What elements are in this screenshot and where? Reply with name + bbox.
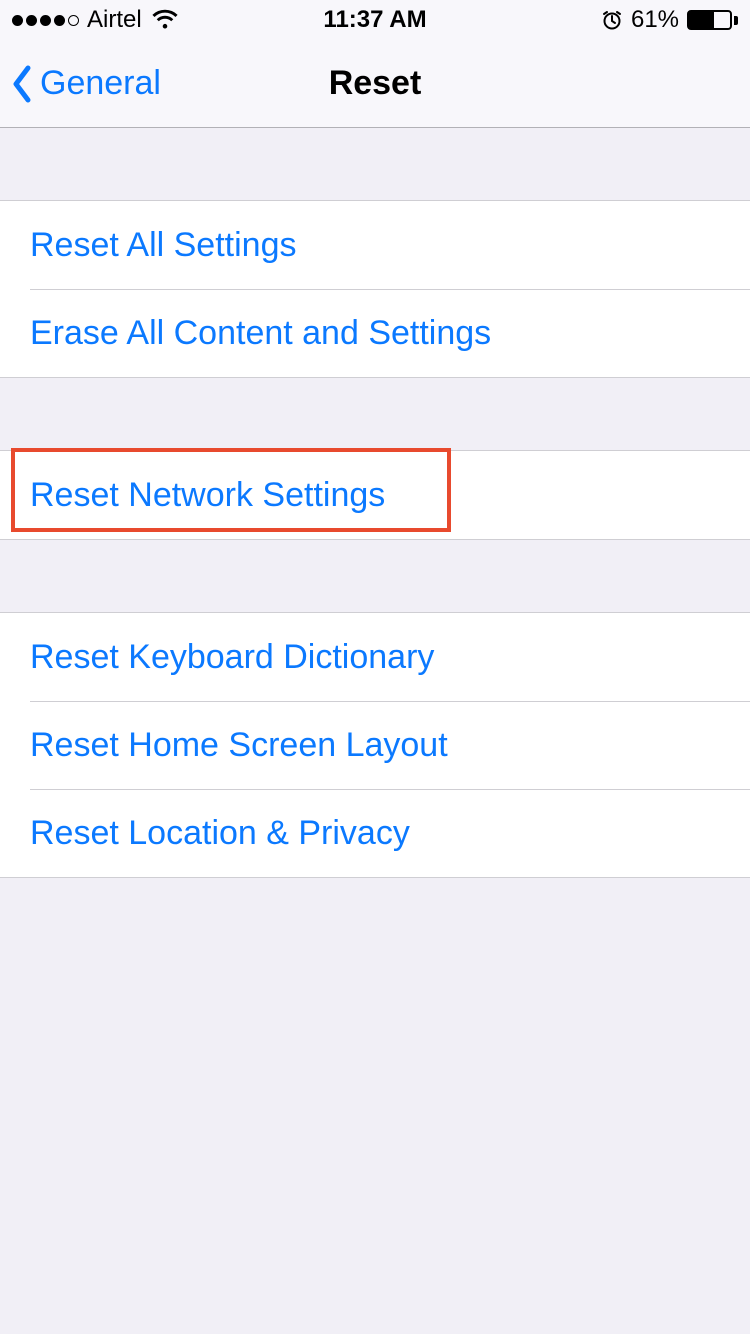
section-spacer [0, 128, 750, 200]
row-label: Reset Network Settings [30, 476, 385, 515]
row-erase-all-content[interactable]: Erase All Content and Settings [0, 289, 750, 377]
status-left: Airtel [12, 6, 323, 34]
section-spacer [0, 540, 750, 612]
section-spacer [0, 378, 750, 450]
section-general-reset: Reset All Settings Erase All Content and… [0, 200, 750, 378]
row-reset-all-settings[interactable]: Reset All Settings [0, 201, 750, 289]
carrier-label: Airtel [87, 6, 142, 34]
back-label: General [40, 64, 161, 103]
row-reset-location-privacy[interactable]: Reset Location & Privacy [0, 789, 750, 877]
row-reset-keyboard-dictionary[interactable]: Reset Keyboard Dictionary [0, 613, 750, 701]
row-label: Reset All Settings [30, 226, 296, 265]
battery-icon [687, 10, 738, 30]
cell-signal-icon [12, 15, 79, 26]
row-reset-home-screen-layout[interactable]: Reset Home Screen Layout [0, 701, 750, 789]
status-right: 61% [427, 6, 738, 34]
status-bar: Airtel 11:37 AM 61% [0, 0, 750, 40]
row-label: Reset Keyboard Dictionary [30, 638, 434, 677]
section-other-reset: Reset Keyboard Dictionary Reset Home Scr… [0, 612, 750, 878]
battery-percent: 61% [631, 6, 679, 34]
row-label: Reset Home Screen Layout [30, 726, 448, 765]
chevron-left-icon [10, 64, 34, 104]
back-button[interactable]: General [0, 64, 161, 104]
status-time: 11:37 AM [323, 6, 426, 34]
row-label: Reset Location & Privacy [30, 814, 410, 853]
alarm-icon [601, 9, 623, 31]
row-label: Erase All Content and Settings [30, 314, 491, 353]
nav-bar: General Reset [0, 40, 750, 128]
wifi-icon [150, 9, 180, 31]
section-network-reset: Reset Network Settings [0, 450, 750, 540]
row-reset-network-settings[interactable]: Reset Network Settings [0, 451, 750, 539]
